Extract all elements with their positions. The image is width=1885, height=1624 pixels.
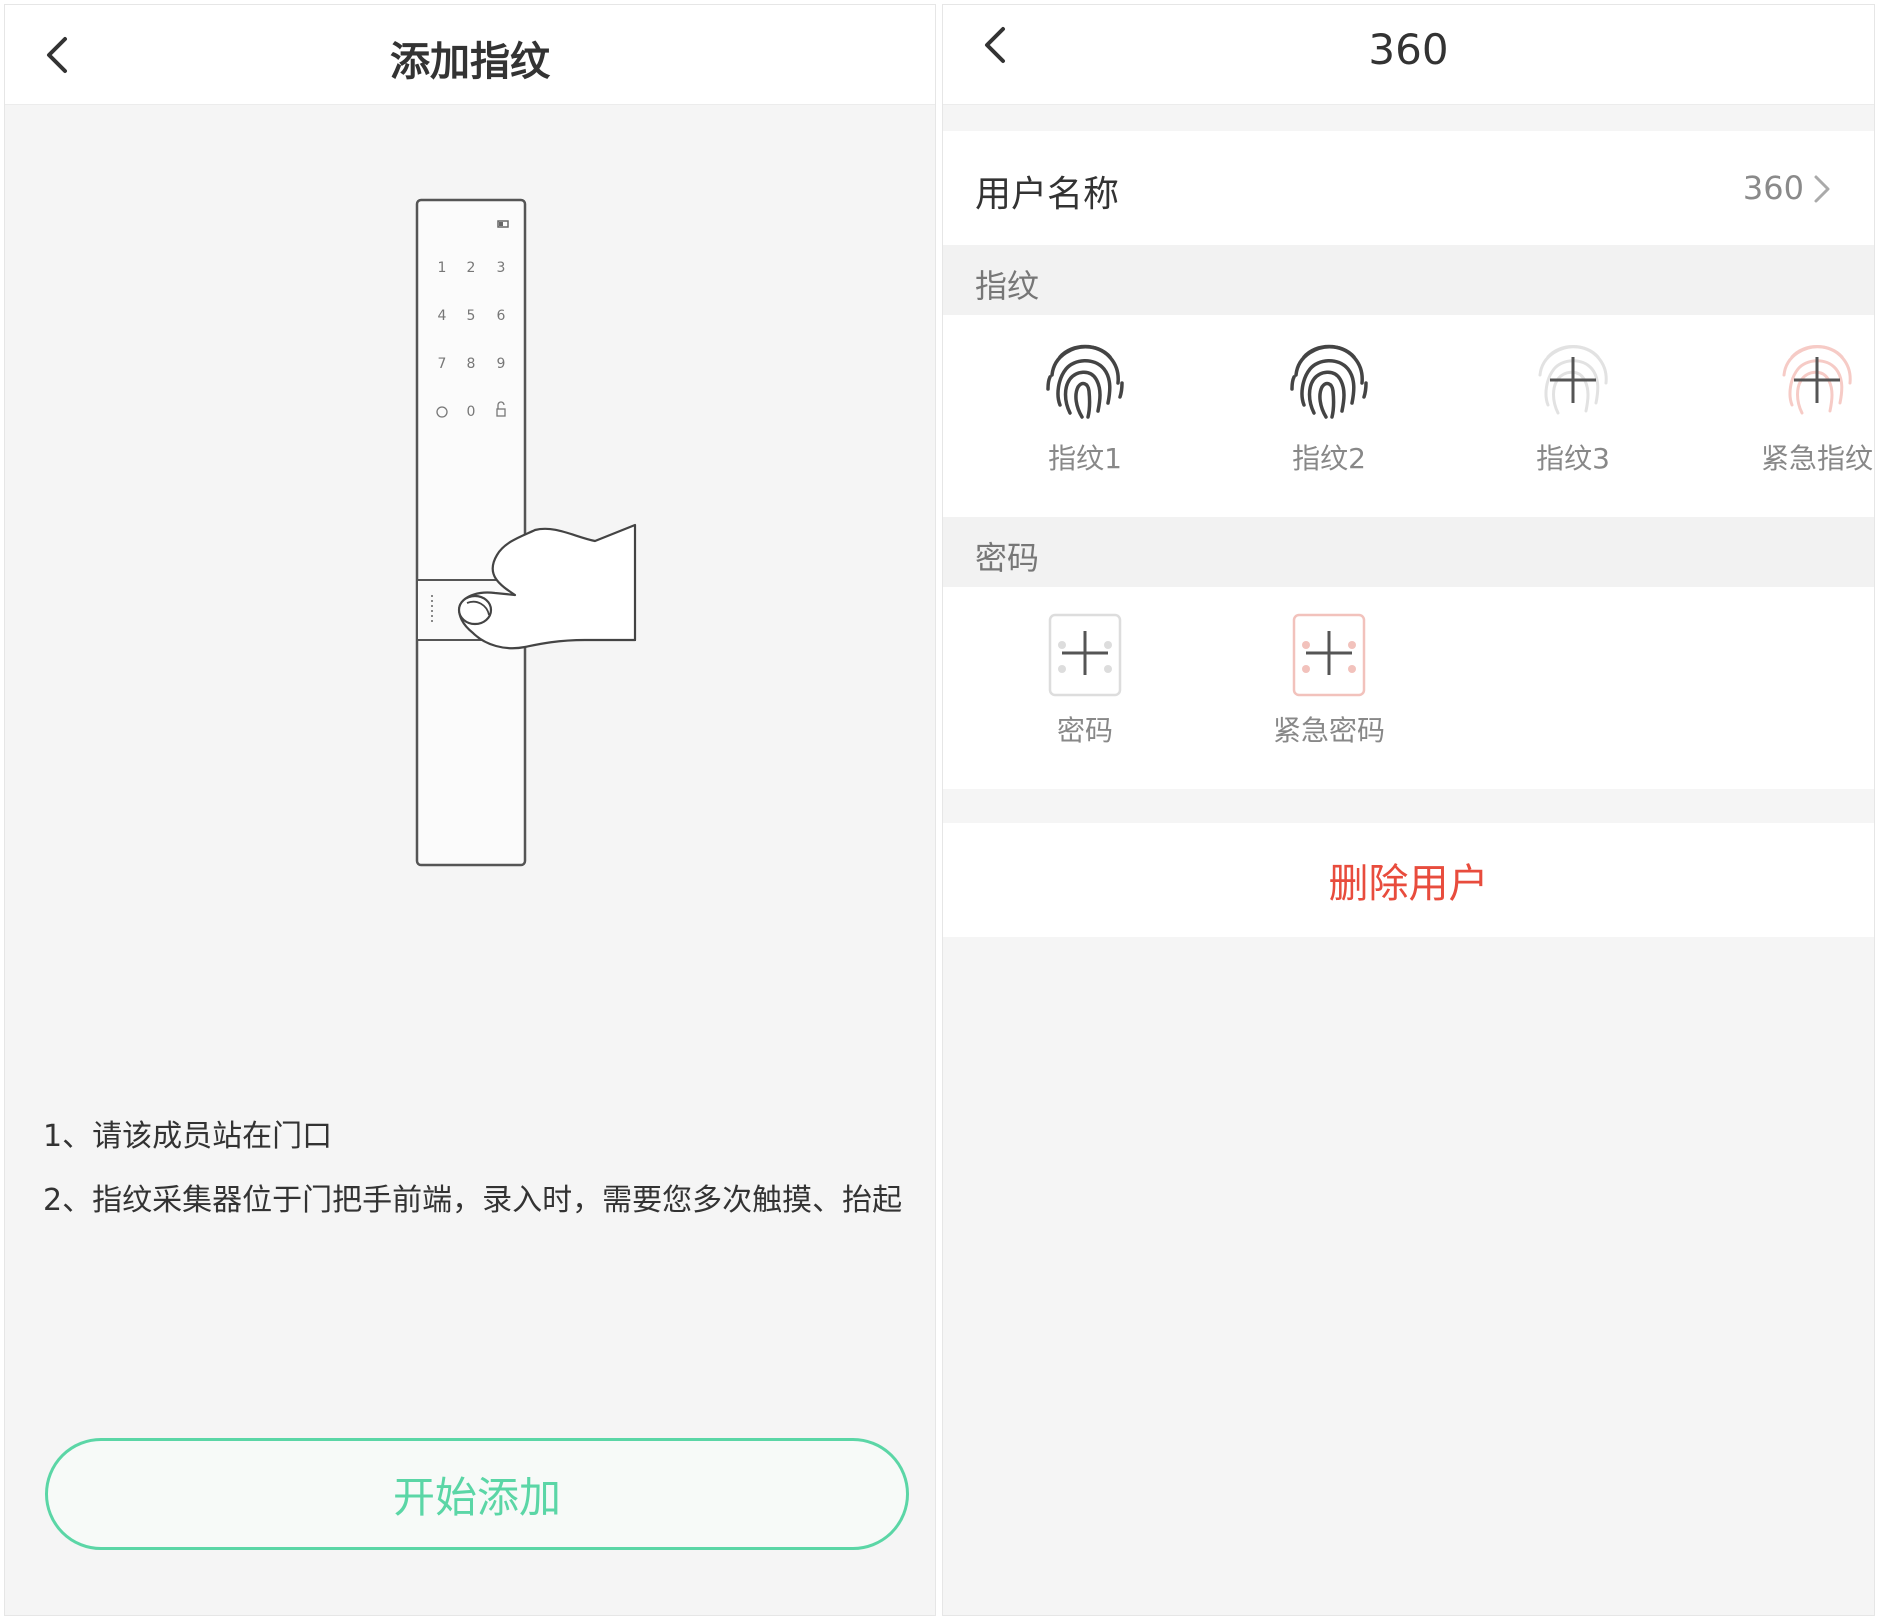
delete-user-label: 删除用户: [1328, 861, 1489, 907]
add-fingerprint-screen: 添加指纹 1 2 3 4 5 6 7 8 9 0 1、请该成员站在门口 2、指纹…: [4, 4, 936, 1616]
slot-label: 指纹1: [1048, 442, 1122, 475]
fingerprint-list: 指纹1 指纹2 指纹3 紧急指纹: [943, 315, 1874, 517]
keypad-key: 2: [467, 260, 476, 276]
password-slot[interactable]: 密码: [985, 607, 1185, 749]
fingerprint-slot-1[interactable]: 指纹1: [985, 335, 1185, 477]
section-title: 密码: [975, 539, 1040, 577]
instruction-item: 2、指纹采集器位于门把手前端，录入时，需要您多次触摸、抬起: [43, 1183, 903, 1218]
slot-label: 紧急指纹: [1760, 442, 1873, 475]
username-value: 360: [1742, 169, 1804, 207]
keypad-key: 6: [497, 308, 506, 324]
keypad-key: 1: [438, 260, 447, 276]
add-password-icon: [1048, 613, 1122, 697]
fingerprint-icon: [1290, 344, 1368, 419]
keypad-key: 5: [467, 308, 476, 324]
fingerprint-slot-2[interactable]: 指纹2: [1229, 335, 1429, 477]
start-add-button[interactable]: 开始添加: [45, 1438, 909, 1550]
keypad-key: 9: [497, 356, 506, 372]
fingerprint-section-header: 指纹: [943, 245, 1874, 315]
add-emergency-fingerprint-icon: [1782, 345, 1852, 415]
fingerprint-slot-3[interactable]: 指纹3: [1473, 335, 1673, 477]
instruction-list: 1、请该成员站在门口 2、指纹采集器位于门把手前端，录入时，需要您多次触摸、抬起: [43, 1115, 903, 1243]
delete-user-button[interactable]: 删除用户: [943, 823, 1874, 937]
password-section-header: 密码: [943, 517, 1874, 587]
slot-label: 密码: [1056, 714, 1113, 747]
fingerprint-icon: [1046, 344, 1124, 419]
page-title: 添加指纹: [390, 39, 550, 85]
username-row[interactable]: 用户名称 360: [943, 131, 1874, 245]
instruction-item: 1、请该成员站在门口: [43, 1119, 333, 1154]
nav-bar: 360: [943, 5, 1874, 105]
emergency-password-slot[interactable]: 紧急密码: [1229, 607, 1429, 749]
section-title: 指纹: [975, 267, 1040, 305]
add-emergency-password-icon: [1292, 613, 1366, 697]
username-label: 用户名称: [975, 174, 1120, 215]
chevron-right-icon: [1814, 175, 1830, 203]
door-lock-illustration: 1 2 3 4 5 6 7 8 9 0: [415, 198, 637, 867]
keypad-key: 8: [467, 356, 476, 372]
nav-bar: 添加指纹: [5, 5, 935, 105]
keypad-key: 4: [438, 308, 447, 324]
page-title: 360: [1368, 25, 1449, 74]
slot-label: 紧急密码: [1272, 714, 1385, 747]
slot-label: 指纹2: [1292, 442, 1366, 475]
emergency-fingerprint-slot[interactable]: 紧急指纹: [1717, 335, 1874, 477]
add-fingerprint-icon: [1538, 345, 1608, 415]
keypad-key: 7: [438, 356, 447, 372]
keypad-key: 0: [467, 404, 476, 420]
keypad-key: 3: [497, 260, 506, 276]
slot-label: 指纹3: [1536, 442, 1610, 475]
user-detail-screen: 360 用户名称 360 指纹 指纹1 指纹2 指纹3 紧急指纹 密码 密码 紧…: [942, 4, 1875, 1616]
password-list: 密码 紧急密码: [943, 587, 1874, 789]
